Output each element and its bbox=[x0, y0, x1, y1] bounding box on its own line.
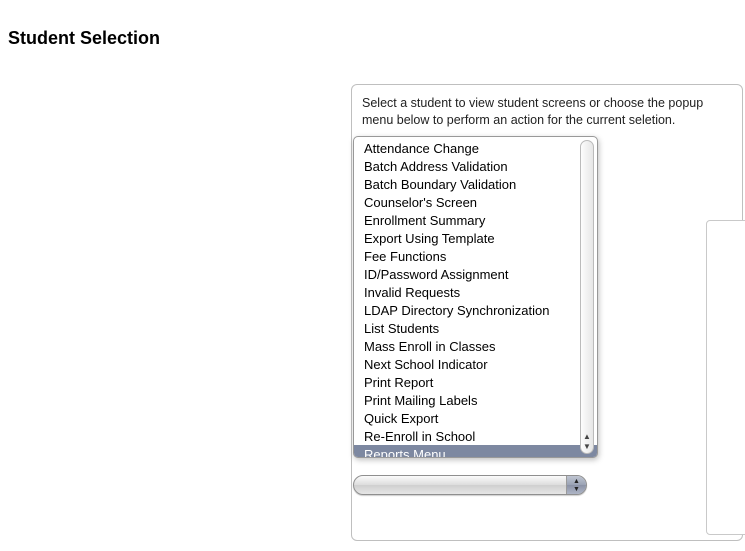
menu-item[interactable]: Mass Enroll in Classes bbox=[354, 337, 597, 355]
menu-item[interactable]: Quick Export bbox=[354, 409, 597, 427]
action-popup-menu[interactable]: Attendance ChangeBatch Address Validatio… bbox=[353, 136, 598, 458]
scroll-down-icon[interactable]: ▼ bbox=[583, 443, 591, 451]
menu-scrollbar[interactable]: ▲ ▼ bbox=[580, 140, 594, 454]
menu-list: Attendance ChangeBatch Address Validatio… bbox=[354, 137, 597, 457]
action-select[interactable]: ▲ ▼ bbox=[353, 475, 587, 495]
menu-item[interactable]: Fee Functions bbox=[354, 247, 597, 265]
selection-panel: Select a student to view student screens… bbox=[351, 84, 743, 541]
menu-item[interactable]: Batch Address Validation bbox=[354, 157, 597, 175]
select-stepper[interactable]: ▲ ▼ bbox=[566, 476, 586, 494]
menu-item[interactable]: Print Report bbox=[354, 373, 597, 391]
menu-item[interactable]: Attendance Change bbox=[354, 139, 597, 157]
menu-item[interactable]: Invalid Requests bbox=[354, 283, 597, 301]
menu-item[interactable]: Next School Indicator bbox=[354, 355, 597, 373]
menu-item[interactable]: Batch Boundary Validation bbox=[354, 175, 597, 193]
menu-item[interactable]: Export Using Template bbox=[354, 229, 597, 247]
menu-item[interactable]: ID/Password Assignment bbox=[354, 265, 597, 283]
menu-item[interactable]: Enrollment Summary bbox=[354, 211, 597, 229]
student-list-panel: ▼ ts bbox=[706, 220, 745, 535]
menu-item[interactable]: Counselor's Screen bbox=[354, 193, 597, 211]
menu-item[interactable]: List Students bbox=[354, 319, 597, 337]
chevron-up-icon: ▲ bbox=[573, 478, 580, 485]
instructions-text: Select a student to view student screens… bbox=[360, 93, 734, 137]
menu-item[interactable]: Reports Menu bbox=[354, 445, 597, 458]
menu-item[interactable]: Re-Enroll in School bbox=[354, 427, 597, 445]
page-title: Student Selection bbox=[0, 0, 745, 49]
scroll-up-icon[interactable]: ▲ bbox=[583, 433, 591, 441]
menu-item[interactable]: LDAP Directory Synchronization bbox=[354, 301, 597, 319]
menu-item[interactable]: Print Mailing Labels bbox=[354, 391, 597, 409]
chevron-down-icon: ▼ bbox=[573, 486, 580, 493]
